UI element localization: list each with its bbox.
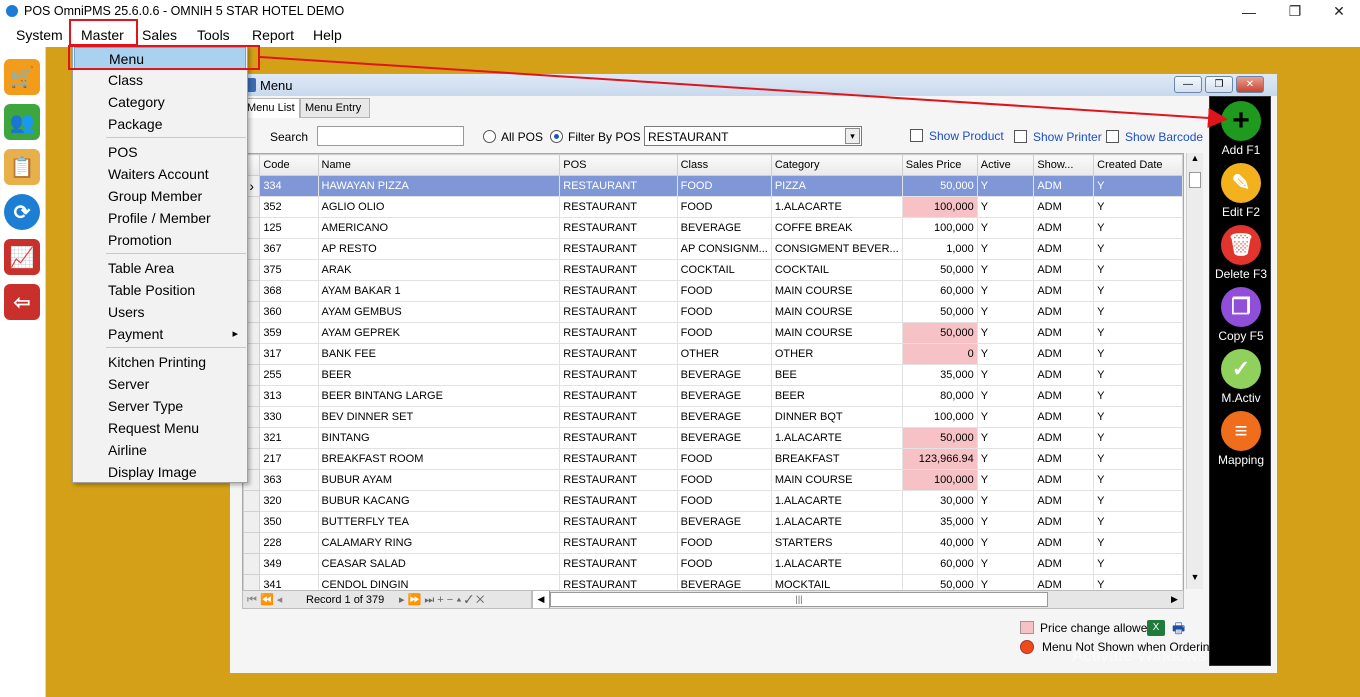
annotation-arrow	[259, 56, 1228, 128]
activate-windows-watermark: Activate Windows	[1072, 646, 1207, 665]
